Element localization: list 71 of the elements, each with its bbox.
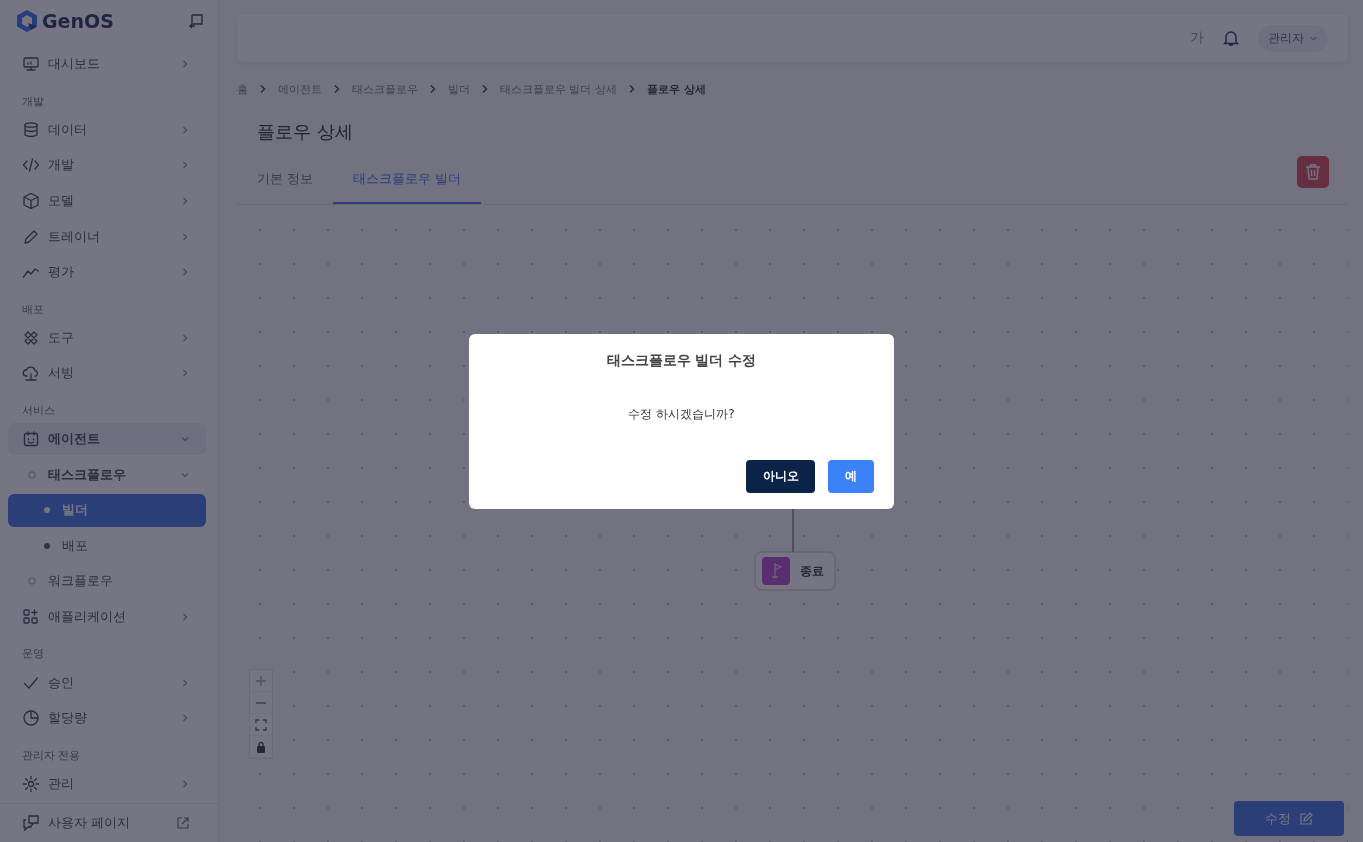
chevron-icon bbox=[481, 84, 489, 94]
sidebar-item[interactable]: 서빙 bbox=[8, 357, 206, 390]
chevron-icon bbox=[180, 368, 190, 379]
chevron-icon bbox=[180, 59, 190, 70]
circle-icon bbox=[28, 470, 36, 479]
sidebar-item[interactable]: 태스크플로우 bbox=[8, 458, 206, 491]
tab[interactable]: 태스크플로우 빌더 bbox=[333, 160, 482, 204]
fit-view-icon bbox=[255, 718, 267, 731]
chat-icon bbox=[22, 814, 40, 832]
sidebar-item[interactable]: 에이전트 bbox=[8, 422, 206, 456]
database-icon bbox=[22, 120, 40, 139]
confirm-button[interactable]: 예 bbox=[828, 459, 874, 493]
circle-icon bbox=[28, 577, 36, 586]
chevron-icon bbox=[628, 84, 636, 94]
sidebar-collapse-icon[interactable] bbox=[188, 13, 204, 29]
sidebar-item[interactable]: 개발 bbox=[8, 149, 206, 182]
cloud-icon bbox=[22, 364, 40, 383]
sidebar-item[interactable]: 승인 bbox=[8, 666, 206, 699]
chevron-icon bbox=[333, 84, 341, 94]
sidebar-item[interactable]: 빌더 bbox=[8, 493, 206, 527]
logo-text: GenOS bbox=[42, 10, 114, 32]
logo-icon bbox=[16, 9, 38, 33]
delete-button[interactable] bbox=[1297, 156, 1329, 188]
plus-icon bbox=[255, 674, 267, 687]
lock-icon bbox=[255, 740, 267, 753]
chevron-icon bbox=[180, 332, 190, 343]
trash-icon bbox=[1305, 163, 1321, 181]
user-page-link[interactable]: 사용자 페이지 bbox=[0, 803, 218, 842]
edit-icon bbox=[1299, 811, 1313, 826]
sidebar-item[interactable]: 배포 bbox=[8, 529, 206, 563]
chevron-icon bbox=[180, 778, 190, 789]
flag-icon bbox=[762, 557, 790, 585]
apps-icon bbox=[22, 608, 40, 626]
edit-button[interactable]: 수정 bbox=[1234, 801, 1344, 836]
chevron-icon bbox=[180, 160, 190, 171]
sidebar-item[interactable]: 대시보드 bbox=[8, 48, 206, 81]
sidebar-item[interactable]: 관리 bbox=[8, 767, 206, 801]
chevron-icon bbox=[180, 713, 190, 724]
page-title: 플로우 상세 bbox=[257, 120, 354, 144]
sidebar-item[interactable]: 워크플로우 bbox=[8, 565, 206, 598]
sidebar-item[interactable]: 모델 bbox=[8, 184, 206, 218]
chevron-icon bbox=[429, 84, 437, 94]
chevron-icon bbox=[180, 267, 190, 278]
sidebar-item[interactable]: 데이터 bbox=[8, 113, 206, 147]
cancel-button[interactable]: 아니오 bbox=[746, 459, 815, 493]
dialog-message: 수정 하시겠습니까? bbox=[627, 405, 736, 423]
sidebar-item[interactable]: 애플리케이션 bbox=[8, 600, 206, 634]
robot-icon bbox=[22, 430, 40, 449]
pie-chart-icon bbox=[22, 709, 40, 728]
sidebar-item[interactable]: 도구 bbox=[8, 321, 206, 355]
monitor-icon bbox=[22, 55, 40, 74]
chevron-icon bbox=[180, 231, 190, 242]
chevron-icon bbox=[180, 677, 190, 688]
bell-icon[interactable] bbox=[1222, 29, 1240, 47]
external-link-icon bbox=[176, 816, 190, 830]
sidebar-item[interactable]: 트레이너 bbox=[8, 220, 206, 253]
chevron-icon bbox=[180, 124, 190, 135]
code-icon bbox=[22, 156, 40, 175]
end-node[interactable]: 종료 bbox=[754, 551, 836, 591]
sidebar-item[interactable]: 할당량 bbox=[8, 701, 206, 735]
dialog-title: 태스크플로우 빌더 수정 bbox=[605, 351, 758, 370]
user-menu-button[interactable]: 관리자 bbox=[1258, 24, 1328, 52]
gear-icon bbox=[22, 774, 40, 793]
sidebar-item[interactable]: 평가 bbox=[8, 255, 206, 289]
section-heading: 서비스 bbox=[21, 402, 56, 419]
chevron-icon bbox=[259, 84, 267, 94]
dot-icon bbox=[44, 542, 50, 549]
chevron-icon bbox=[180, 612, 190, 622]
chevron-icon bbox=[180, 196, 190, 207]
cube-icon bbox=[22, 192, 40, 211]
dot-icon bbox=[44, 507, 50, 514]
